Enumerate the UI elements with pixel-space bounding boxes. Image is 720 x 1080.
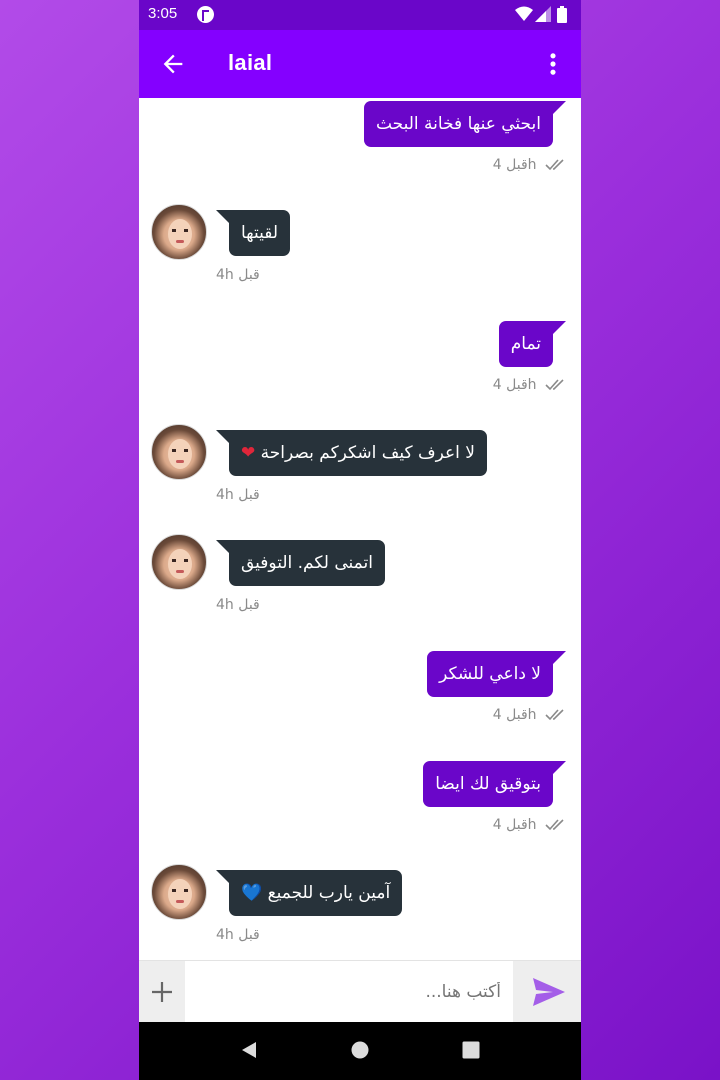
blue-heart-emoji-icon: 💙: [241, 883, 263, 903]
message-outgoing: لا داعي للشكر قبل 4h: [139, 648, 581, 748]
system-nav-bar: [139, 1022, 581, 1080]
message-incoming: لقيتها قبل 4h: [139, 202, 581, 302]
message-meta: قبل 4h: [493, 377, 567, 393]
message-bubble[interactable]: آمين يارب للجميع 💙: [215, 870, 403, 916]
battery-icon: [557, 6, 567, 23]
double-check-icon: [545, 819, 564, 831]
contact-avatar[interactable]: [151, 424, 207, 480]
message-meta: قبل 4h: [493, 707, 567, 723]
message-incoming: آمين يارب للجميع 💙 قبل 4h: [139, 862, 581, 960]
status-time: 3:05: [148, 5, 178, 22]
message-text: ابحثي عنها فخانة البحث: [375, 114, 541, 134]
message-bubble[interactable]: تمام: [498, 321, 567, 367]
phone-screen: 3:05 laial ابحثي عنها فخانة البحث قبل 4h…: [139, 0, 581, 1080]
double-check-icon: [545, 379, 564, 391]
message-bubble[interactable]: لا داعي للشكر: [427, 651, 566, 697]
app-toolbar: laial: [139, 30, 581, 98]
message-input[interactable]: [191, 961, 509, 1023]
message-bubble[interactable]: بتوقيق لك ايضا: [423, 761, 566, 807]
recents-square-icon[interactable]: [461, 1040, 481, 1060]
back-triangle-icon[interactable]: [239, 1040, 259, 1060]
message-time: قبل 4h: [492, 157, 537, 173]
message-time: قبل 4h: [492, 707, 537, 723]
message-text: آمين يارب للجميع: [267, 883, 391, 903]
message-outgoing: بتوقيق لك ايضا قبل 4h: [139, 758, 581, 858]
message-bubble[interactable]: اتمنى لكم. التوفيق: [216, 540, 385, 586]
status-bar: 3:05: [139, 0, 581, 30]
message-text: تمام: [510, 334, 541, 354]
message-time: قبل 4h: [492, 817, 537, 833]
send-icon: [533, 978, 565, 1006]
signal-icon: [535, 6, 551, 22]
message-outgoing: ابحثي عنها فخانة البحث قبل 4h: [139, 98, 581, 198]
home-circle-icon[interactable]: [350, 1040, 370, 1060]
contact-avatar[interactable]: [151, 534, 207, 590]
system-icons: [515, 6, 571, 24]
more-vertical-icon[interactable]: [539, 50, 567, 78]
arrow-left-icon[interactable]: [159, 50, 187, 78]
message-outgoing: تمام قبل 4h: [139, 318, 581, 418]
message-time: قبل 4h: [216, 487, 260, 503]
attach-button[interactable]: [139, 961, 185, 1023]
message-bubble[interactable]: لقيتها: [215, 210, 291, 256]
message-incoming: اتمنى لكم. التوفيق قبل 4h: [139, 532, 581, 632]
double-check-icon: [545, 709, 564, 721]
contact-name[interactable]: laial: [228, 50, 272, 76]
message-text: اتمنى لكم. التوفيق: [241, 553, 373, 573]
contact-avatar[interactable]: [151, 864, 207, 920]
contact-avatar[interactable]: [151, 204, 207, 260]
message-bubble[interactable]: لا اعرف كيف اشكركم بصراحة ❤: [216, 430, 487, 476]
message-bubble[interactable]: ابحثي عنها فخانة البحث: [363, 101, 567, 147]
message-text: لا اعرف كيف اشكركم بصراحة: [260, 443, 475, 463]
message-incoming: لا اعرف كيف اشكركم بصراحة ❤ قبل 4h: [139, 422, 581, 522]
message-time: قبل 4h: [216, 267, 260, 283]
send-button[interactable]: [513, 961, 581, 1023]
message-list[interactable]: ابحثي عنها فخانة البحث قبل 4h لقيتها قبل…: [139, 98, 581, 960]
message-text: لقيتها: [241, 223, 279, 243]
plus-icon: [152, 982, 172, 1002]
app-notification-icon: [197, 6, 214, 23]
message-time: قبل 4h: [216, 597, 260, 613]
message-time: قبل 4h: [492, 377, 537, 393]
message-meta: قبل 4h: [493, 157, 567, 173]
message-text: لا داعي للشكر: [439, 664, 541, 684]
heart-emoji-icon: ❤: [241, 443, 256, 463]
double-check-icon: [545, 159, 564, 171]
message-text: بتوقيق لك ايضا: [435, 774, 541, 794]
wifi-icon: [515, 6, 533, 21]
message-time: قبل 4h: [216, 927, 260, 943]
message-meta: قبل 4h: [493, 817, 567, 833]
message-composer: [139, 960, 581, 1023]
